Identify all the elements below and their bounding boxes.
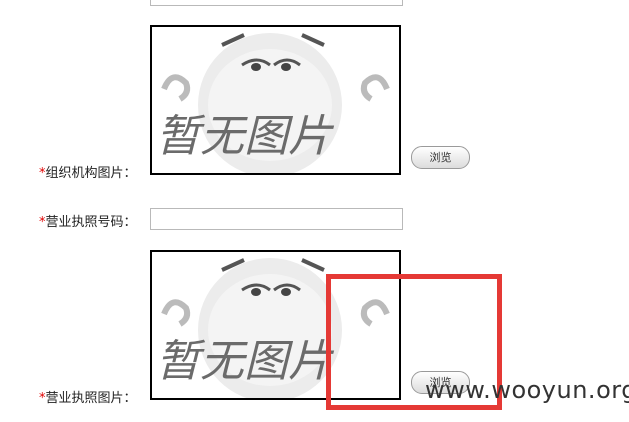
placeholder-text: 暂无图片 [156,111,335,162]
org-image-preview: 暂无图片 [150,25,401,175]
placeholder-text: 暂无图片 [156,336,335,387]
license-image-label: *营业执照图片： [39,391,137,406]
watermark: www.wooyun.org [425,376,629,404]
org-image-label: *组织机构图片： [39,166,137,181]
top-partial-input[interactable] [150,0,403,6]
license-number-label: *营业执照号码： [39,215,137,230]
no-image-placeholder-icon: 暂无图片 [156,33,390,173]
org-image-browse-button[interactable]: 浏览 [411,146,470,169]
license-number-input[interactable] [150,208,403,230]
